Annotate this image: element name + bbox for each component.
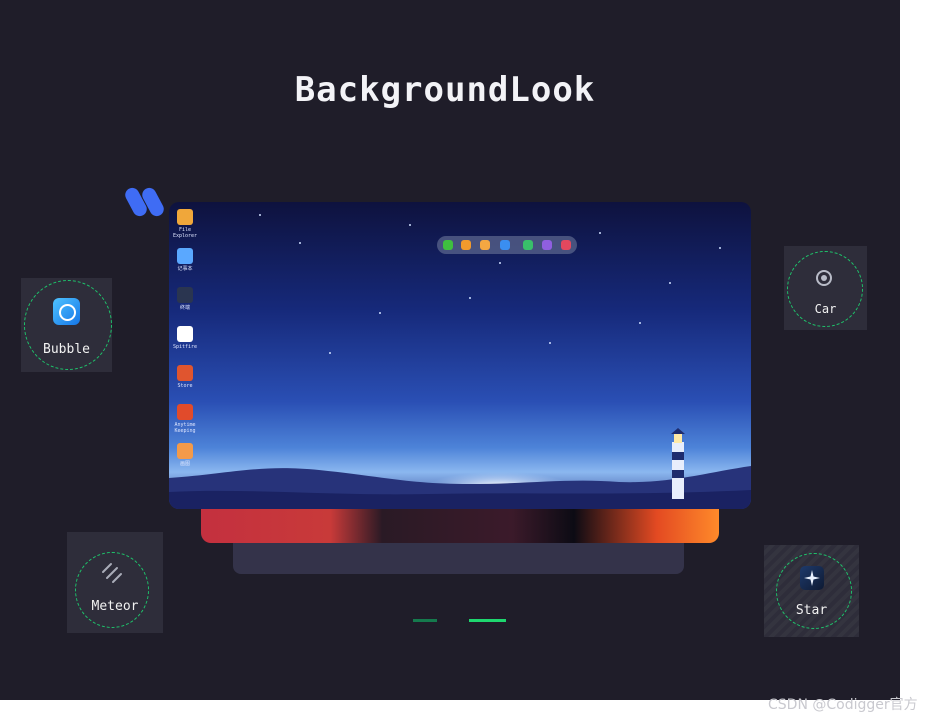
card-label: Star — [795, 603, 828, 618]
landscape-illustration — [169, 428, 751, 509]
background-option-car[interactable]: Car — [784, 246, 867, 330]
car-icon — [816, 270, 832, 286]
desktop-preview[interactable]: File Explorer 记事本 终端 Spitfire Store Anytime K… — [169, 202, 751, 509]
carousel-indicator-2-active[interactable] — [469, 619, 506, 622]
stage: BackgroundLook Bubble Car Meteor Star Fi… — [0, 0, 900, 700]
meteor-icon — [99, 562, 123, 584]
carousel-indicator-1[interactable] — [413, 619, 437, 622]
background-option-star[interactable]: Star — [764, 545, 859, 637]
bubble-icon — [53, 298, 80, 325]
card-label: Bubble — [43, 342, 90, 357]
preview-back-card — [233, 540, 684, 574]
page-title: BackgroundLook — [294, 70, 596, 110]
star-icon — [800, 566, 824, 590]
card-label: Meteor — [91, 599, 139, 614]
watermark: CSDN @Codigger官方 — [768, 697, 918, 713]
preview-second-card — [201, 505, 719, 543]
background-option-meteor[interactable]: Meteor — [67, 532, 163, 633]
background-option-bubble[interactable]: Bubble — [21, 278, 112, 372]
card-label: Car — [814, 302, 837, 316]
